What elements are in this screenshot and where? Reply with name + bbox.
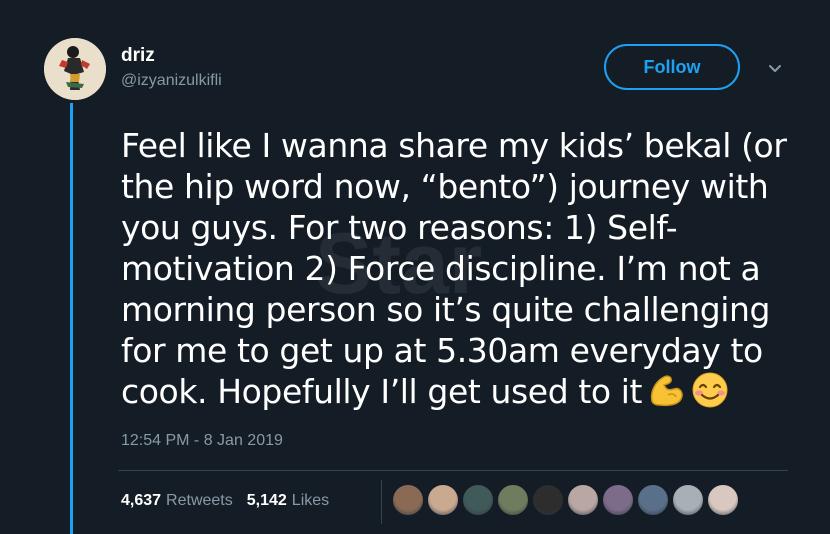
liker-avatar[interactable]	[567, 484, 599, 516]
tweet-timestamp[interactable]: 12:54 PM - 8 Jan 2019	[121, 432, 283, 450]
liker-avatar[interactable]	[672, 484, 704, 516]
likes-label: Likes	[291, 492, 330, 509]
engagement-stats: 4,637 Retweets 5,142 Likes	[121, 490, 343, 512]
avatar[interactable]	[44, 38, 106, 100]
display-name[interactable]: driz	[121, 45, 155, 67]
retweets-stat[interactable]: 4,637 Retweets	[121, 492, 233, 510]
tweet-text: Feel like I wanna share my kids’ bekal (…	[121, 125, 811, 412]
likes-stat[interactable]: 5,142 Likes	[247, 492, 329, 510]
liker-avatar[interactable]	[602, 484, 634, 516]
liker-avatar[interactable]	[637, 484, 669, 516]
tweet-body: Feel like I wanna share my kids’ bekal (…	[121, 126, 787, 411]
liker-avatars	[392, 484, 742, 516]
avatar-figure-icon	[44, 38, 106, 100]
liker-avatar[interactable]	[497, 484, 529, 516]
user-handle[interactable]: @izyanizulkifli	[121, 71, 222, 91]
flexed-biceps-icon	[650, 375, 683, 407]
divider-top	[118, 470, 788, 471]
stats-separator	[381, 480, 382, 524]
likes-count: 5,142	[246, 492, 287, 509]
smiling-face-icon	[692, 372, 728, 408]
thread-line	[70, 103, 73, 534]
liker-avatar[interactable]	[532, 484, 564, 516]
follow-button[interactable]: Follow	[604, 44, 740, 90]
liker-avatar[interactable]	[427, 484, 459, 516]
retweets-count: 4,637	[121, 492, 162, 509]
retweets-label: Retweets	[166, 492, 233, 509]
chevron-down-icon[interactable]	[764, 60, 786, 78]
liker-avatar[interactable]	[392, 484, 424, 516]
liker-avatar[interactable]	[707, 484, 739, 516]
liker-avatar[interactable]	[462, 484, 494, 516]
